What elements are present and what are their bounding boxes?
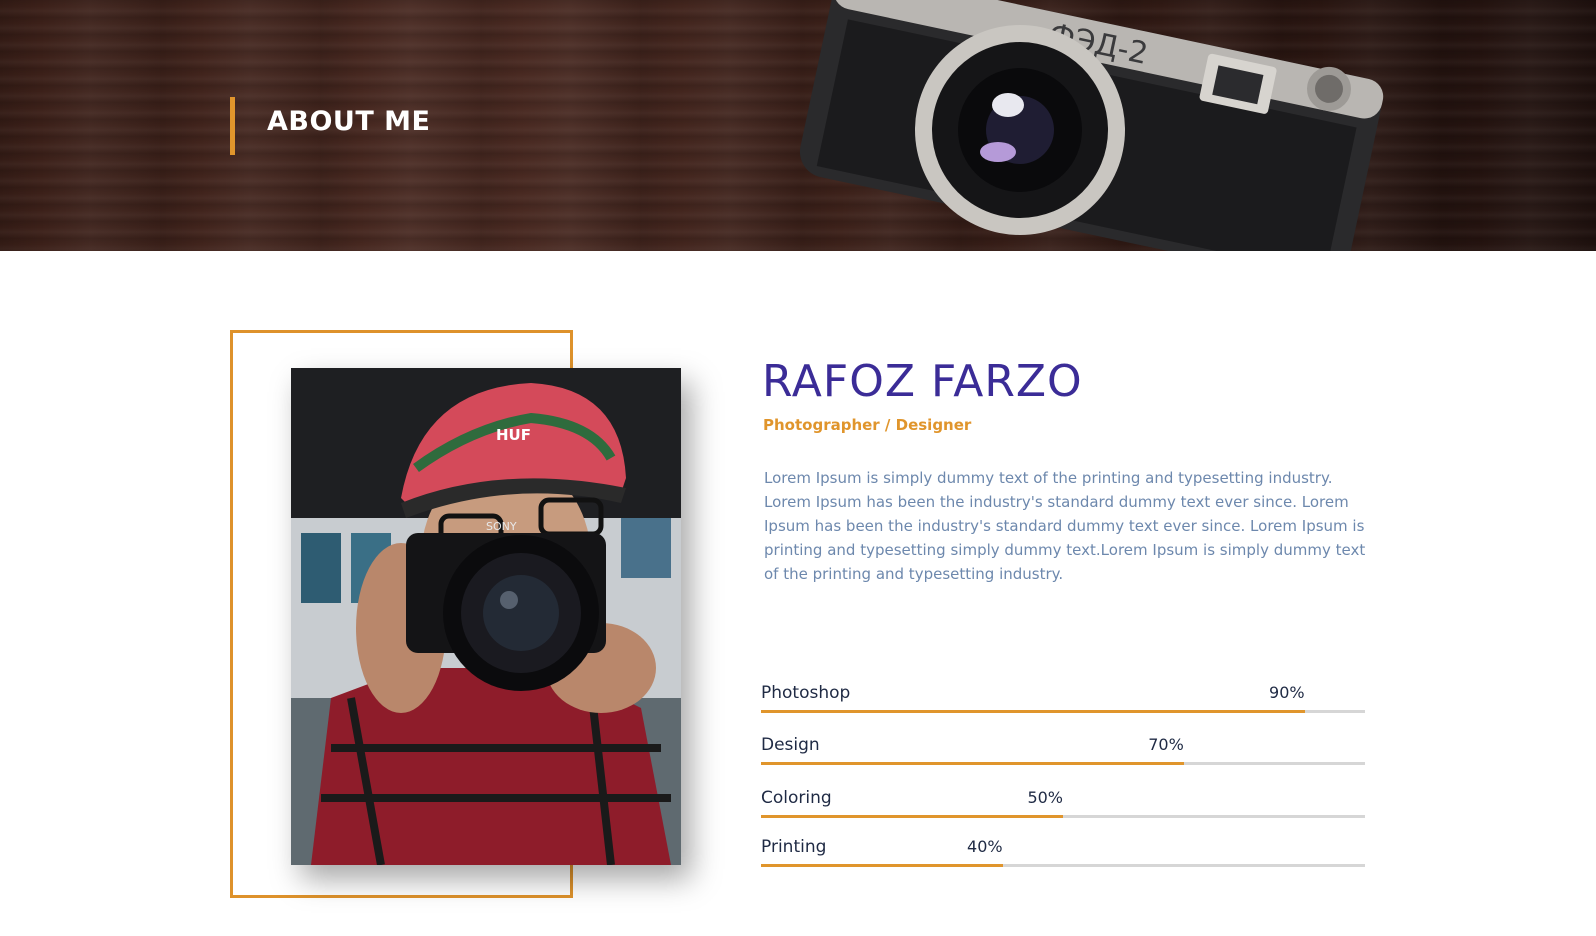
page-title: ABOUT ME [267,106,431,137]
skill-name: Coloring [761,788,832,808]
skill-progress-track [761,864,1365,867]
skill-name: Printing [761,837,827,857]
skill-name: Photoshop [761,683,851,703]
skill-printing: Printing 40% [761,837,1365,877]
svg-text:SONY: SONY [486,520,517,533]
portrait-photo: HUF SONY [291,368,681,865]
svg-text:HUF: HUF [496,426,531,444]
vintage-camera-image: ФЭД-2 [799,0,1384,251]
skill-progress-fill [761,710,1305,713]
photographer-portrait-image: HUF SONY [291,368,681,865]
skill-design: Design 70% [761,735,1365,775]
skill-progress-track [761,762,1365,765]
skill-progress-track [761,815,1365,818]
title-accent-bar [230,97,235,155]
profile-role: Photographer / Designer [763,416,972,434]
skill-coloring: Coloring 50% [761,788,1365,828]
skill-progress-fill [761,762,1184,765]
skill-percent: 50% [1027,788,1063,807]
hero-banner: ФЭД-2 ABOUT ME [0,0,1596,251]
skill-progress-fill [761,864,1003,867]
skill-progress-track [761,710,1365,713]
skill-percent: 70% [1148,735,1184,754]
profile-bio: Lorem Ipsum is simply dummy text of the … [764,469,1366,583]
profile-name: RAFOZ FARZO [762,356,1083,407]
skill-percent: 90% [1269,683,1305,702]
skill-name: Design [761,735,820,755]
skill-progress-fill [761,815,1063,818]
skill-photoshop: Photoshop 90% [761,683,1365,723]
skill-percent: 40% [967,837,1003,856]
